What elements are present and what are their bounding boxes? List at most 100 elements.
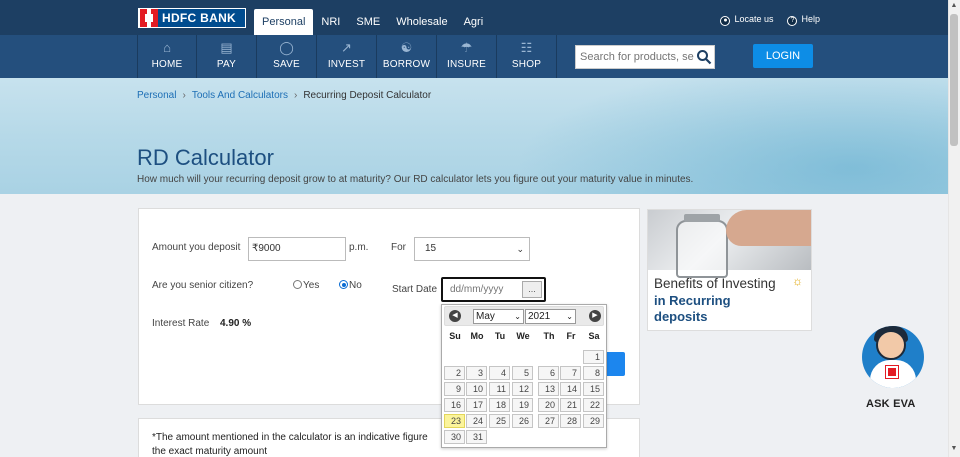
login-button[interactable]: LOGIN: [753, 44, 813, 68]
shop-icon: ☷: [520, 40, 533, 55]
locate-us-link[interactable]: ● Locate us: [720, 14, 773, 26]
chevron-down-icon: ⌄: [516, 244, 524, 254]
calendar-day[interactable]: 12: [512, 382, 533, 396]
nav-shop-label: SHOP: [511, 59, 542, 70]
hand-image: [726, 210, 811, 246]
disclaimer-line-1: *The amount mentioned in the calculator …: [152, 432, 428, 443]
nav-insure[interactable]: ☂ INSURE: [437, 35, 497, 78]
tenure-select[interactable]: 15 ⌄: [414, 237, 530, 261]
breadcrumb-separator-icon: ›: [182, 90, 186, 101]
calendar-day[interactable]: 16: [444, 398, 465, 412]
calendar-day[interactable]: 23: [444, 414, 465, 428]
scroll-down-icon[interactable]: ▼: [948, 445, 960, 455]
calendar-day[interactable]: 3: [466, 366, 487, 380]
breadcrumb-tools[interactable]: Tools And Calculators: [192, 90, 288, 101]
for-label: For: [391, 242, 406, 253]
calendar-day[interactable]: 27: [538, 414, 559, 428]
nav-invest-label: INVEST: [327, 59, 366, 70]
search-input[interactable]: [576, 46, 694, 68]
calendar-day[interactable]: 4: [489, 366, 510, 380]
weekday-header: Fr: [566, 331, 576, 341]
calendar-day[interactable]: 17: [466, 398, 487, 412]
yes-label: Yes: [303, 280, 320, 291]
nav-home[interactable]: ⌂ HOME: [137, 35, 197, 78]
help-label: Help: [801, 14, 820, 24]
ad-subheading-2: deposits: [654, 309, 708, 324]
start-date-input[interactable]: [443, 279, 519, 300]
hdfc-logo-mark-icon: [140, 9, 158, 27]
calendar-day[interactable]: 30: [444, 430, 465, 444]
tab-personal[interactable]: Personal: [254, 9, 314, 35]
chevron-down-icon: ⌄: [566, 312, 573, 321]
ask-eva-avatar[interactable]: [862, 326, 924, 388]
calendar-day[interactable]: 13: [538, 382, 559, 396]
interest-rate-label: Interest Rate: [152, 318, 210, 329]
calendar-day[interactable]: 1: [583, 350, 604, 364]
calendar-day[interactable]: 9: [444, 382, 465, 396]
senior-citizen-label: Are you senior citizen?: [152, 280, 254, 291]
ask-eva-label[interactable]: ASK EVA: [866, 398, 915, 410]
amount-input[interactable]: ₹9000: [248, 237, 346, 261]
calendar-day[interactable]: 24: [466, 414, 487, 428]
calendar-day[interactable]: 21: [560, 398, 581, 412]
nav-save-label: SAVE: [273, 59, 300, 70]
senior-no-option[interactable]: No: [339, 280, 362, 291]
breadcrumb-personal[interactable]: Personal: [137, 90, 176, 101]
next-month-icon[interactable]: ▶: [589, 310, 601, 322]
search-box: [575, 45, 715, 69]
calendar-day[interactable]: 14: [560, 382, 581, 396]
amount-label: Amount you deposit: [152, 242, 241, 253]
year-select[interactable]: 2021 ⌄: [525, 309, 576, 324]
calendar-day[interactable]: 15: [583, 382, 604, 396]
calendar-day[interactable]: 28: [560, 414, 581, 428]
calendar-day[interactable]: 18: [489, 398, 510, 412]
scroll-up-icon[interactable]: ▲: [948, 2, 960, 12]
logo-text: HDFC BANK: [158, 9, 245, 27]
tab-nri[interactable]: NRI: [313, 9, 348, 35]
calendar-day[interactable]: 10: [466, 382, 487, 396]
search-icon[interactable]: [696, 49, 712, 65]
help-link[interactable]: ? Help: [787, 14, 820, 26]
location-pin-icon: ●: [720, 16, 731, 26]
hdfc-logo[interactable]: HDFC BANK: [138, 8, 246, 28]
tab-wholesale[interactable]: Wholesale: [388, 9, 455, 35]
calendar-day[interactable]: 8: [583, 366, 604, 380]
date-picker-button[interactable]: ...: [522, 281, 542, 298]
nav-shop[interactable]: ☷ SHOP: [497, 35, 557, 78]
scrollbar-thumb[interactable]: [950, 14, 958, 146]
weekday-header: Tu: [494, 331, 506, 341]
insure-icon: ☂: [460, 40, 473, 55]
calendar-day[interactable]: 2: [444, 366, 465, 380]
month-select[interactable]: May ⌄: [473, 309, 524, 324]
calendar-day[interactable]: 7: [560, 366, 581, 380]
save-icon: ◯: [279, 40, 294, 55]
calendar-day[interactable]: 19: [512, 398, 533, 412]
calendar-day[interactable]: 25: [489, 414, 510, 428]
prev-month-icon[interactable]: ◀: [449, 310, 461, 322]
tab-sme[interactable]: SME: [348, 9, 388, 35]
calendar-day[interactable]: 11: [489, 382, 510, 396]
page-subtitle: How much will your recurring deposit gro…: [137, 174, 694, 185]
tenure-value: 15: [425, 243, 437, 254]
calendar-day[interactable]: 29: [583, 414, 604, 428]
no-radio[interactable]: [339, 280, 348, 289]
calendar-day[interactable]: 31: [466, 430, 487, 444]
tab-agri[interactable]: Agri: [456, 9, 492, 35]
nav-borrow[interactable]: ☯ BORROW: [377, 35, 437, 78]
nav-pay[interactable]: ▤ PAY: [197, 35, 257, 78]
nav-borrow-label: BORROW: [382, 59, 431, 70]
senior-yes-option[interactable]: Yes: [293, 280, 319, 291]
breadcrumb: Personal › Tools And Calculators › Recur…: [137, 90, 431, 101]
help-icon: ?: [787, 16, 798, 26]
calendar-day[interactable]: 20: [538, 398, 559, 412]
yes-radio[interactable]: [293, 280, 302, 289]
month-value: May: [476, 311, 495, 322]
calendar-day[interactable]: 5: [512, 366, 533, 380]
calendar-day[interactable]: 6: [538, 366, 559, 380]
breadcrumb-current: Recurring Deposit Calculator: [303, 90, 432, 101]
calendar-day[interactable]: 26: [512, 414, 533, 428]
interest-rate-value: 4.90 %: [220, 318, 252, 329]
nav-invest[interactable]: ↗ INVEST: [317, 35, 377, 78]
nav-save[interactable]: ◯ SAVE: [257, 35, 317, 78]
calendar-day[interactable]: 22: [583, 398, 604, 412]
